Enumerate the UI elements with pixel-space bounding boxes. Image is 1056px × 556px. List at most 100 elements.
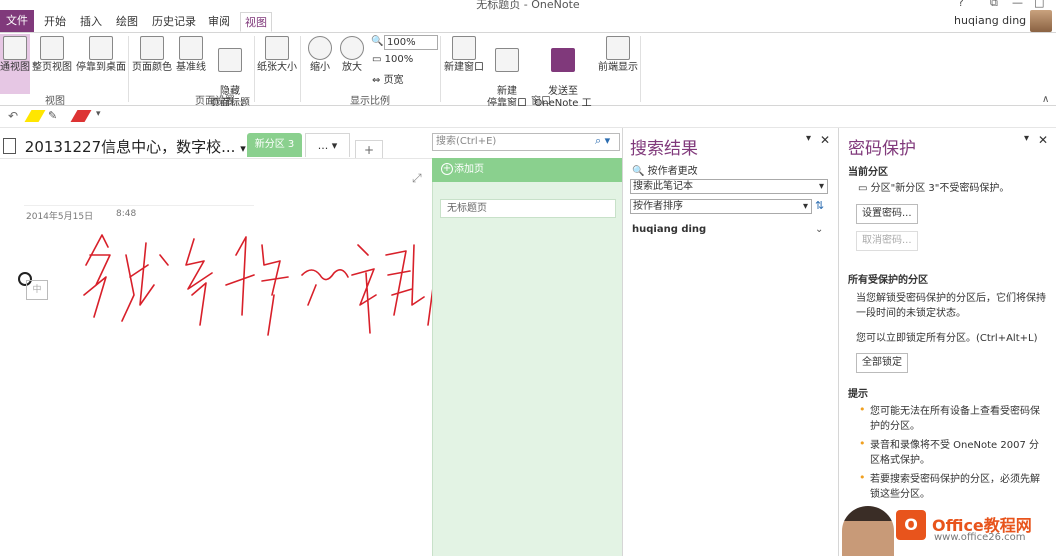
undo-icon[interactable]: ↶ bbox=[8, 109, 18, 123]
author-group[interactable]: huqiang ding bbox=[632, 224, 706, 235]
collapse-ribbon-icon[interactable]: ∧ bbox=[1042, 94, 1049, 105]
search-icon[interactable]: ⌕ ▾ bbox=[595, 134, 610, 148]
paint-bucket-icon bbox=[140, 36, 164, 60]
rule-lines-button[interactable]: 基准线 bbox=[174, 36, 208, 74]
current-section-heading: 当前分区 bbox=[848, 167, 888, 178]
paper-size-button[interactable]: 纸张大小 bbox=[256, 36, 298, 74]
all-protected-heading: 所有受保护的分区 bbox=[848, 275, 928, 286]
hide-title-icon bbox=[218, 48, 242, 72]
current-section-status: ▭ 分区"新分区 3"不受密码保护。 bbox=[858, 181, 1048, 196]
changes-by-author-link[interactable]: 🔍 按作者更改 bbox=[632, 162, 698, 177]
page-width-button[interactable]: ⇔ 页宽 bbox=[372, 71, 404, 86]
zoom-dropdown[interactable]: 100% bbox=[384, 35, 438, 50]
sort-dropdown[interactable]: 按作者排序 ▾ bbox=[630, 199, 812, 214]
chevron-down-icon: ▾ bbox=[802, 201, 808, 212]
page-title-line bbox=[24, 205, 254, 206]
close-icon[interactable]: ✕ bbox=[1038, 133, 1048, 147]
normal-view-button[interactable]: 通视图 bbox=[0, 36, 30, 74]
zoom-in-label: 放大 bbox=[342, 62, 362, 73]
keep-on-top-label: 前端显示 bbox=[598, 62, 638, 73]
full-page-icon bbox=[40, 36, 64, 60]
customize-qat-icon[interactable]: ▾ bbox=[96, 109, 101, 119]
pane-options-icon[interactable]: ▾ bbox=[806, 133, 811, 144]
group-separator bbox=[640, 36, 641, 102]
tab-section-3[interactable]: 新分区 3 bbox=[247, 133, 302, 157]
search-scope-dropdown[interactable]: 搜索此笔记本 ▾ bbox=[630, 179, 828, 194]
keep-on-top-button[interactable]: 前端显示 bbox=[597, 36, 639, 74]
chevron-down-icon[interactable]: ⌄ bbox=[815, 224, 823, 235]
tips-heading: 提示 bbox=[848, 389, 868, 400]
tip-item: 录音和录像将不受 OneNote 2007 分区格式保护。 bbox=[870, 440, 1040, 466]
pane-options-icon[interactable]: ▾ bbox=[1024, 133, 1029, 144]
paper-size-icon bbox=[265, 36, 289, 60]
chevron-down-icon: ▾ bbox=[818, 181, 824, 192]
watermark-url: www.office26.com bbox=[934, 532, 1026, 543]
full-page-view-label: 整页视图 bbox=[32, 62, 72, 73]
add-page-button[interactable]: 添加页 bbox=[432, 158, 622, 182]
remove-password-button[interactable]: 取消密码... bbox=[856, 231, 918, 251]
dock-icon bbox=[89, 36, 113, 60]
search-input[interactable]: 搜索(Ctrl+E) bbox=[432, 133, 620, 151]
page-width-icon: ⇔ bbox=[372, 75, 384, 86]
all-protected-text: 当您解锁受密码保护的分区后，它们将保持一段时间的未锁定状态。 bbox=[856, 293, 1046, 319]
zoom-out-label: 缩小 bbox=[310, 62, 330, 73]
expand-icon[interactable]: ⤢ bbox=[412, 171, 422, 186]
tip-item: 您可能无法在所有设备上查看受密码保护的分区。 bbox=[870, 406, 1040, 432]
section-icon: ▭ bbox=[858, 183, 871, 194]
zoom-in-button[interactable]: 放大 bbox=[337, 36, 367, 74]
tab-history[interactable]: 历史记录 bbox=[148, 12, 200, 32]
tab-home[interactable]: 开始 bbox=[40, 12, 70, 32]
sort-order-icon[interactable]: ⇅ bbox=[815, 199, 824, 212]
help-button[interactable]: ? bbox=[958, 0, 964, 9]
paper-size-label: 纸张大小 bbox=[257, 62, 297, 73]
group-separator bbox=[440, 36, 441, 102]
user-name[interactable]: huqiang ding bbox=[954, 14, 1026, 27]
avatar[interactable] bbox=[1030, 10, 1052, 32]
changes-by-author-label: 按作者更改 bbox=[647, 166, 698, 177]
add-page-icon: + bbox=[441, 163, 453, 175]
notebook-title[interactable]: 20131227信息中心，数字校... ▾ bbox=[3, 136, 246, 157]
onenote-icon bbox=[551, 48, 575, 72]
set-password-button[interactable]: 设置密码... bbox=[856, 204, 918, 224]
window-group-label: 窗口 bbox=[531, 96, 551, 107]
restore-button[interactable]: ⧉ bbox=[990, 0, 998, 10]
add-section-button[interactable]: + bbox=[355, 140, 383, 158]
page-list-item[interactable]: 无标题页 bbox=[440, 199, 616, 218]
more-sections-button[interactable]: ... ▾ bbox=[305, 133, 350, 157]
page-time: 8:48 bbox=[116, 209, 137, 219]
tab-draw[interactable]: 绘图 bbox=[112, 12, 142, 32]
group-separator bbox=[254, 36, 255, 102]
view-group-label: 视图 bbox=[45, 96, 65, 107]
notebook-title-text: 20131227信息中心，数字校... bbox=[24, 138, 236, 156]
bullet-icon: • bbox=[859, 471, 866, 484]
pin-icon bbox=[606, 36, 630, 60]
zoom-group-label: 显示比例 bbox=[350, 96, 390, 107]
new-window-label: 新建窗口 bbox=[444, 62, 484, 73]
zoom-out-icon bbox=[308, 36, 332, 60]
current-section-text: 分区"新分区 3"不受密码保护。 bbox=[870, 183, 1010, 194]
minimize-button[interactable]: — bbox=[1012, 0, 1023, 9]
maximize-button[interactable]: □ bbox=[1034, 0, 1044, 9]
zoom-out-button[interactable]: 缩小 bbox=[305, 36, 335, 74]
zoom-100-button[interactable]: ▭ 100% bbox=[372, 54, 413, 65]
page-color-button[interactable]: 页面颜色 bbox=[130, 36, 174, 74]
rule-lines-icon bbox=[179, 36, 203, 60]
zoom-100-label: 100% bbox=[384, 54, 414, 65]
docked-window-icon bbox=[495, 48, 519, 72]
tab-file[interactable]: 文件 bbox=[0, 10, 34, 32]
tab-view[interactable]: 视图 bbox=[240, 12, 272, 32]
lock-all-button[interactable]: 全部锁定 bbox=[856, 353, 908, 373]
new-window-button[interactable]: 新建窗口 bbox=[442, 36, 486, 74]
sort-value: 按作者排序 bbox=[633, 201, 683, 212]
group-separator bbox=[300, 36, 301, 102]
close-icon[interactable]: ✕ bbox=[820, 133, 830, 147]
password-pane-title: 密码保护 bbox=[848, 139, 916, 159]
page-view-icon bbox=[3, 36, 27, 60]
dock-to-desktop-button[interactable]: 停靠到桌面 bbox=[74, 36, 128, 74]
group-separator bbox=[128, 36, 129, 102]
tab-review[interactable]: 审阅 bbox=[204, 12, 234, 32]
zoom-search-icon: 🔍 bbox=[371, 36, 384, 47]
full-page-view-button[interactable]: 整页视图 bbox=[30, 36, 74, 74]
tab-insert[interactable]: 插入 bbox=[76, 12, 106, 32]
pen-icon[interactable]: ✎ bbox=[48, 109, 57, 122]
